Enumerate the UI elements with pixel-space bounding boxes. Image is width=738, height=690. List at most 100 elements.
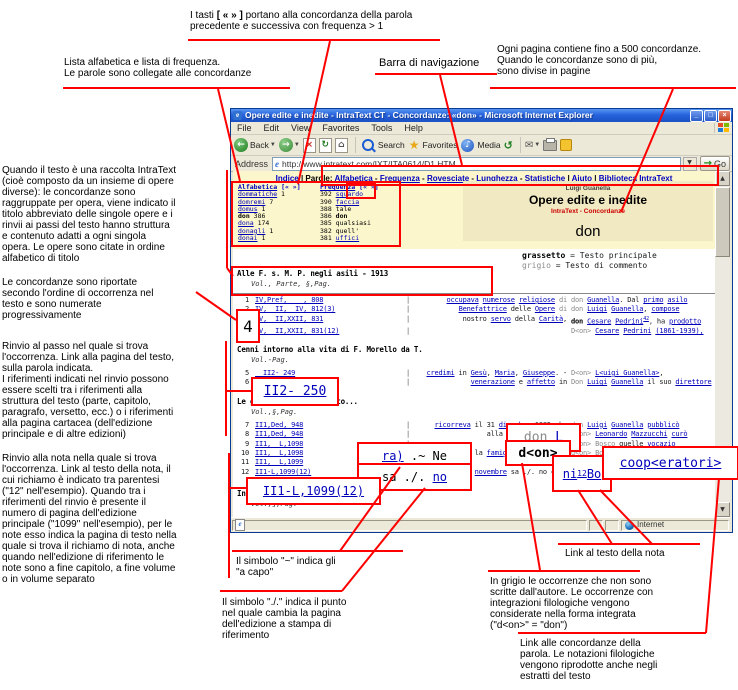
word-link[interactable]: religiose: [519, 296, 555, 304]
forward-button[interactable]: → ▼: [279, 138, 300, 152]
go-label: Go: [714, 159, 726, 169]
word-link[interactable]: Maria: [495, 369, 515, 377]
context-after: D<on> L<uigi Guanella>,: [571, 369, 715, 378]
word-link[interactable]: Guanella: [587, 296, 619, 304]
word-link[interactable]: curò: [671, 430, 687, 438]
scroll-up-icon[interactable]: ▲: [715, 171, 730, 186]
address-input[interactable]: e http://www.intratext.com/IXT/ITA0614/D…: [272, 157, 681, 171]
menu-bar: FileEditViewFavoritesToolsHelp: [231, 122, 732, 135]
menu-view[interactable]: View: [285, 122, 316, 134]
word-link[interactable]: Bo: [587, 467, 601, 481]
word-link[interactable]: uffici: [336, 234, 359, 242]
back-button[interactable]: ← Back ▼: [234, 138, 276, 152]
word-link[interactable]: Guanella: [611, 378, 643, 386]
word-link[interactable]: Opere: [535, 305, 555, 313]
word-link[interactable]: occupava: [447, 296, 479, 304]
word-link[interactable]: no: [433, 470, 447, 484]
word-link[interactable]: credimi: [426, 369, 454, 377]
menu-edit[interactable]: Edit: [258, 122, 286, 134]
word-link[interactable]: Cesare: [587, 317, 611, 325]
menu-file[interactable]: File: [231, 122, 258, 134]
scroll-down-icon[interactable]: ▼: [715, 502, 730, 517]
nav-link-indice[interactable]: Indice: [276, 174, 299, 183]
word-link[interactable]: venerazione: [471, 378, 515, 386]
go-button[interactable]: → Go: [700, 156, 730, 171]
word-link[interactable]: asilo: [667, 296, 687, 304]
nav-text: -: [420, 174, 427, 183]
word-link[interactable]: ra): [382, 449, 404, 463]
word-link[interactable]: prodotto: [669, 317, 701, 325]
menu-favorites[interactable]: Favorites: [316, 122, 365, 134]
work-ref-format: Vol., Parte, §,Pag.: [233, 279, 715, 289]
word-link[interactable]: numerose: [483, 296, 515, 304]
address-dropdown-icon[interactable]: ▼: [683, 157, 697, 171]
note-ref-link[interactable]: II1-L,1099(12): [263, 484, 364, 498]
word-concordance-link[interactable]: coop<eratori>: [620, 456, 722, 471]
word-link[interactable]: Leonardo: [595, 430, 627, 438]
scrollbar-thumb[interactable]: [715, 187, 730, 257]
messenger-button[interactable]: [560, 139, 572, 151]
passage-ref-link[interactable]: IV, II,XXII, 831: [255, 315, 403, 327]
word-link[interactable]: Pedrini: [615, 317, 643, 325]
word-link[interactable]: Pedrini: [623, 327, 651, 335]
word-link[interactable]: compose: [651, 305, 679, 313]
word-link[interactable]: ni: [563, 467, 577, 481]
passage-ref-link[interactable]: II1,Ded, 948: [255, 430, 403, 439]
word-link[interactable]: primo: [643, 296, 663, 304]
word-link[interactable]: Guanella: [611, 421, 643, 429]
page-icon: e: [275, 159, 279, 169]
mail-dropdown-icon[interactable]: ▼: [534, 142, 540, 148]
word-link[interactable]: Gesù: [471, 369, 487, 377]
print-button[interactable]: [543, 140, 557, 151]
word-link[interactable]: Luigi: [587, 378, 607, 386]
status-zone-pane: Internet: [621, 520, 729, 531]
nav-link-frequenza[interactable]: Frequenza: [380, 174, 420, 183]
passage-ref-link[interactable]: IV,Pref, , 808: [255, 296, 403, 305]
passage-ref-link[interactable]: IV, II,XXII, 831(12): [255, 327, 403, 336]
word-link[interactable]: Cesare: [595, 327, 619, 335]
word-link[interactable]: Guanella: [611, 305, 643, 313]
word-link[interactable]: donai: [238, 234, 258, 242]
passage-ref-link[interactable]: II1,Ded, 948: [255, 421, 403, 430]
word-link[interactable]: Mazzucchi: [631, 430, 667, 438]
favorites-button[interactable]: ★ Favorites: [408, 138, 458, 152]
media-button[interactable]: ♪ Media: [460, 139, 500, 152]
word-link[interactable]: direttore: [675, 378, 711, 386]
home-button[interactable]: ⌂: [335, 138, 348, 153]
maximize-button[interactable]: □: [704, 110, 717, 122]
word-link[interactable]: L<uigi Guanella>: [595, 369, 659, 377]
search-button[interactable]: Search: [360, 139, 405, 151]
word-link[interactable]: Benefattrice: [459, 305, 507, 313]
word-link[interactable]: Luigi: [587, 421, 607, 429]
internet-globe-icon: [625, 521, 634, 530]
minimize-button[interactable]: _: [690, 110, 703, 122]
page-ref-link[interactable]: II2- 250: [264, 384, 327, 399]
history-button[interactable]: ↺: [504, 139, 513, 152]
back-dropdown-icon[interactable]: ▼: [270, 142, 276, 148]
mail-button[interactable]: ✉ ▼: [525, 140, 540, 151]
word-link[interactable]: Giuseppe: [523, 369, 555, 377]
word-link[interactable]: Carità: [539, 315, 563, 323]
annotation-keys: [ « » ]: [217, 10, 243, 21]
menu-tools[interactable]: Tools: [365, 122, 398, 134]
word-link[interactable]: Luigi: [587, 305, 607, 313]
refresh-button[interactable]: ↻: [319, 138, 332, 153]
intratext-concordanze-label: IntraText - Concordanze: [463, 207, 713, 216]
word-list-item: 381 uffici: [320, 235, 398, 242]
nav-link-alfabetica[interactable]: Alfabetica: [334, 174, 372, 183]
title-bar[interactable]: e Opere edite e inedite - IntraText CT -…: [231, 109, 732, 122]
word-link[interactable]: novembre: [475, 468, 507, 476]
stop-button[interactable]: ×: [303, 138, 316, 153]
context-text: D<on>: [571, 327, 591, 335]
word-link[interactable]: pubblicò: [647, 421, 679, 429]
word-link[interactable]: (1861-1939),: [655, 327, 703, 335]
word-link[interactable]: ricorreva: [434, 421, 470, 429]
stop-icon: ×: [303, 138, 316, 153]
note-number-link[interactable]: 12: [577, 469, 587, 478]
word-link[interactable]: servo: [491, 315, 511, 323]
word-link[interactable]: affetto: [527, 378, 555, 386]
close-button[interactable]: ×: [718, 110, 731, 122]
menu-help[interactable]: Help: [398, 122, 429, 134]
passage-ref-link[interactable]: IV, II, IV, 812(3): [255, 305, 403, 314]
forward-dropdown-icon[interactable]: ▼: [294, 142, 300, 148]
